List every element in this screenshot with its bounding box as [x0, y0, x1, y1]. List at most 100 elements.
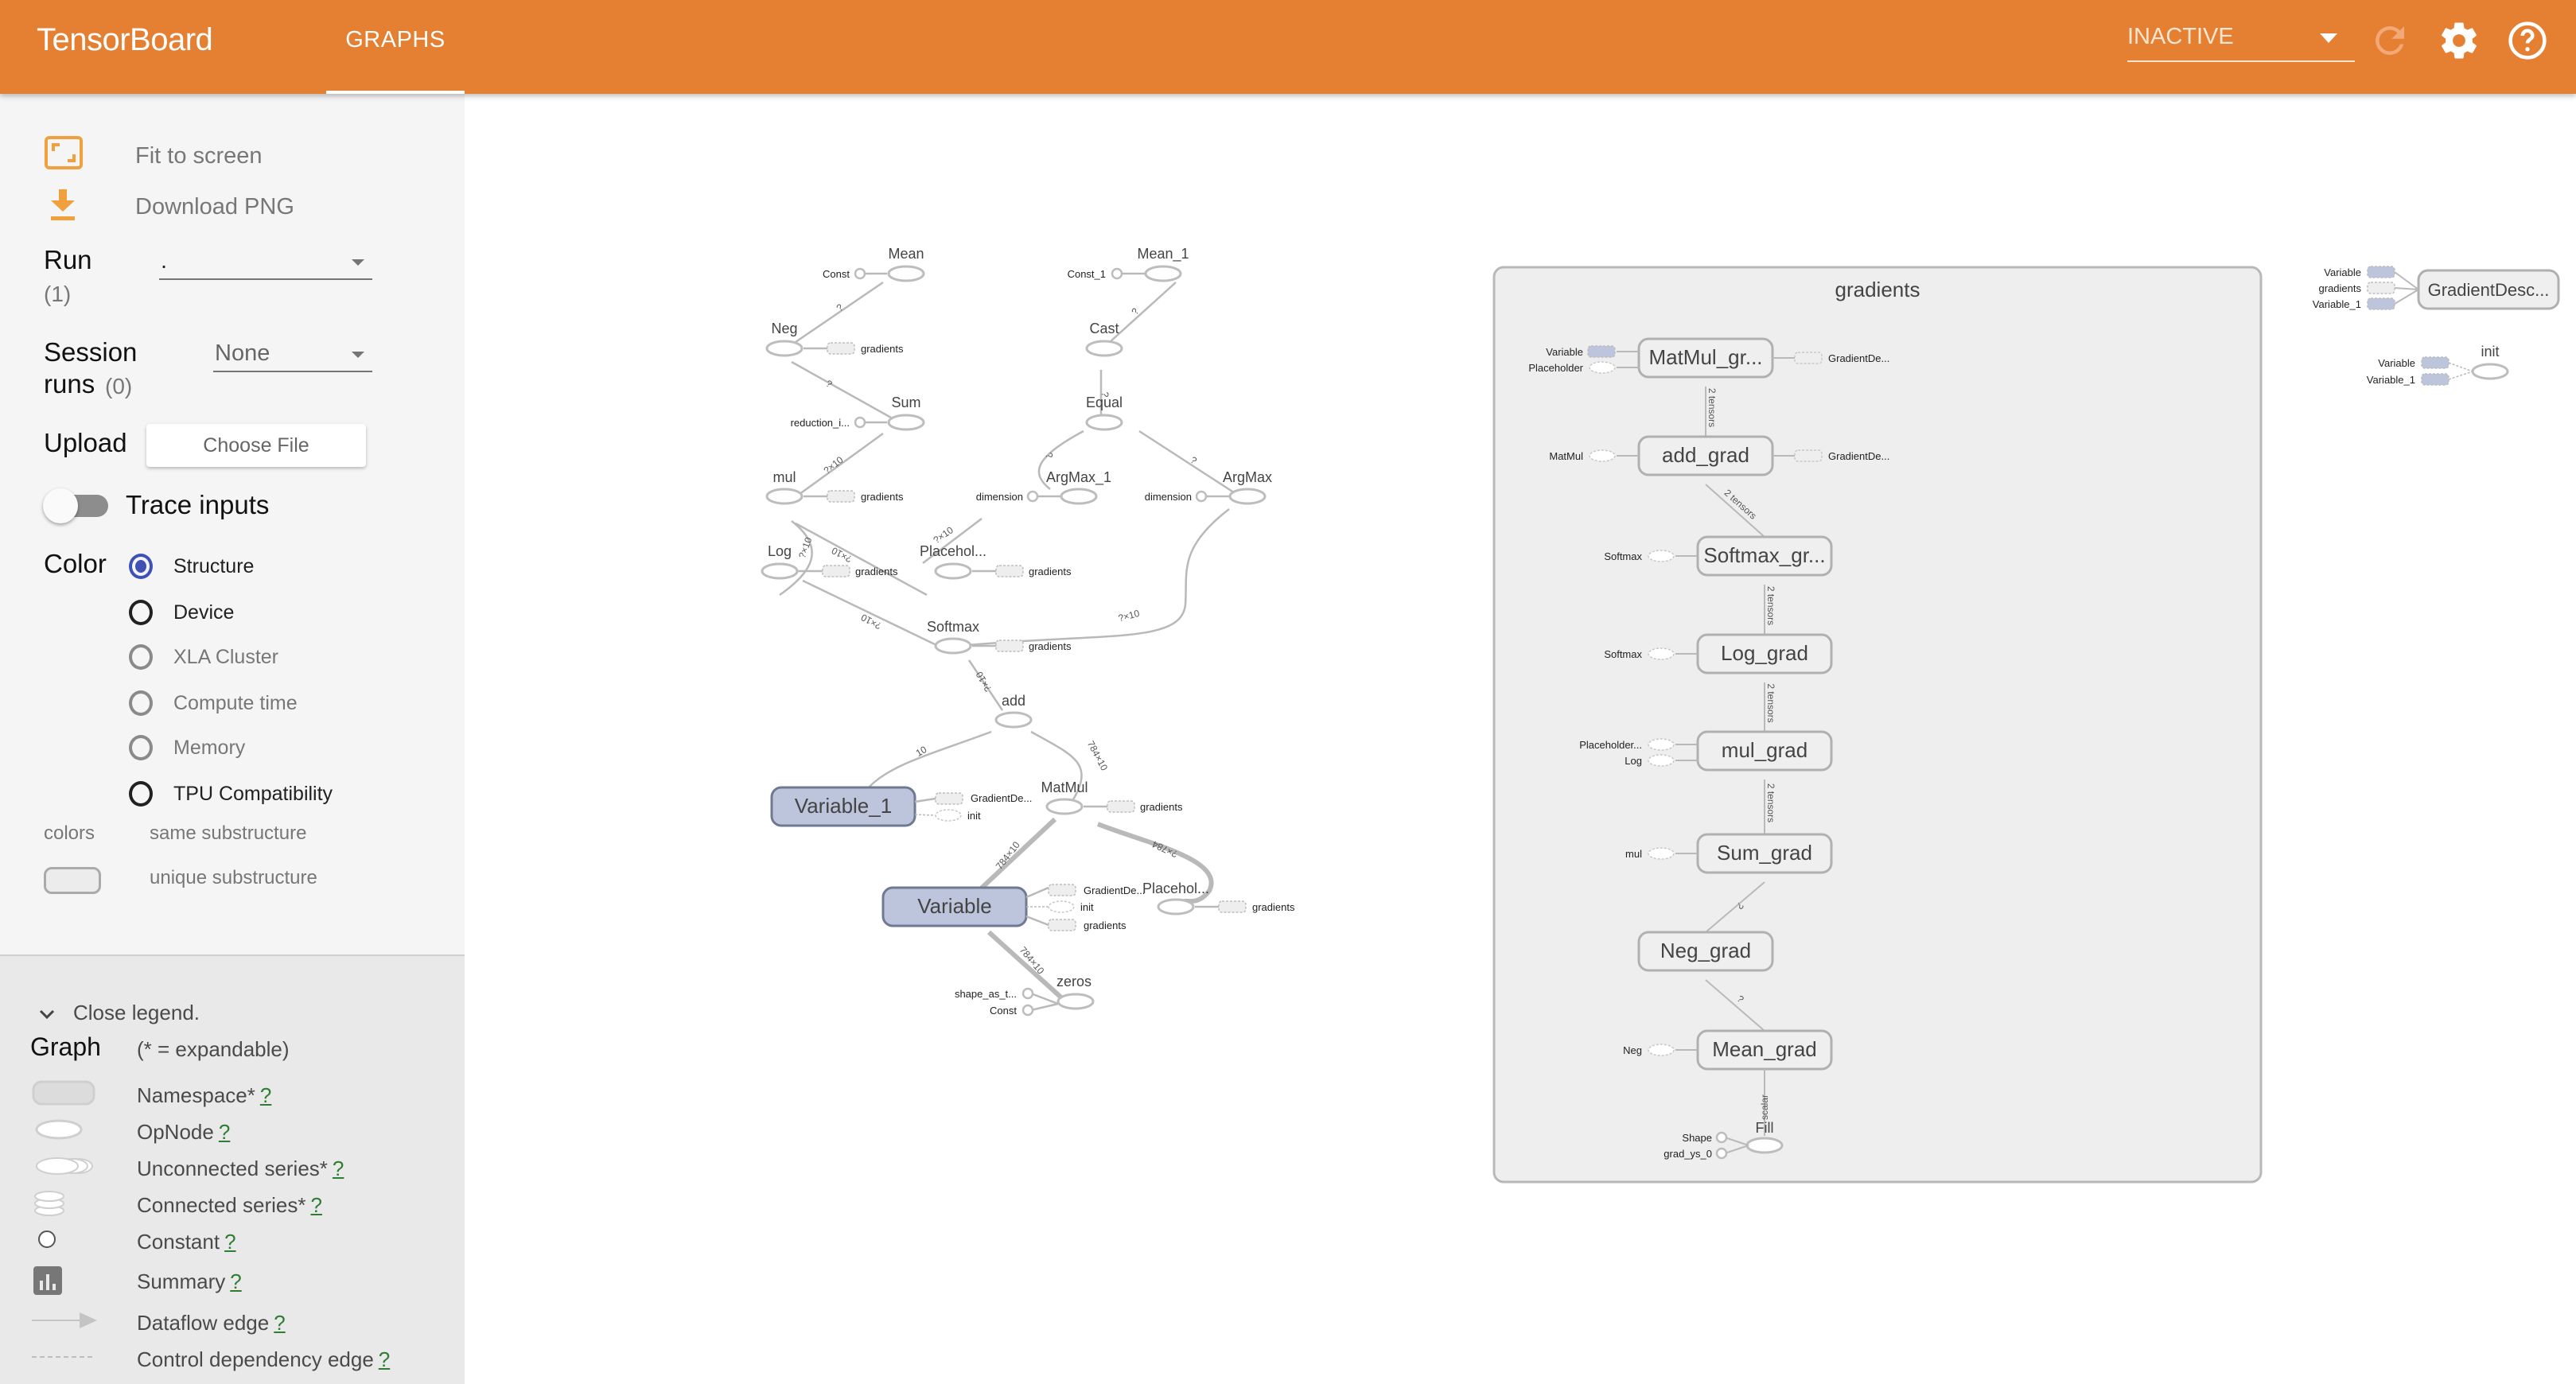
aux-node[interactable] — [2421, 373, 2450, 386]
op-node[interactable] — [1157, 898, 1195, 916]
legend-help-link[interactable]: ? — [310, 1193, 321, 1217]
aux-node[interactable] — [1587, 345, 1616, 358]
aux-label: gradients — [1140, 801, 1183, 813]
aux-node[interactable] — [1648, 1044, 1675, 1056]
constant-node[interactable] — [854, 416, 866, 429]
op-node[interactable] — [765, 488, 804, 505]
aux-node[interactable] — [827, 490, 855, 503]
aux-node[interactable] — [2367, 297, 2395, 310]
legend-item: Namespace*? — [0, 1079, 465, 1110]
aux-node[interactable] — [827, 342, 855, 355]
color-radio-compute-time[interactable] — [126, 687, 158, 719]
aux-node[interactable] — [822, 565, 850, 577]
edge-label: 2 tensors — [1706, 388, 1718, 427]
aux-node[interactable] — [1648, 754, 1675, 767]
legend-help-link[interactable]: ? — [379, 1347, 390, 1371]
run-select[interactable]: . — [159, 248, 372, 280]
aux-node[interactable] — [1589, 361, 1616, 374]
aux-node[interactable] — [2367, 266, 2395, 278]
gradients-namespace[interactable] — [1492, 266, 2263, 1184]
op-node[interactable] — [761, 562, 799, 580]
aux-node[interactable] — [1107, 800, 1135, 813]
close-legend-button[interactable]: Close legend. — [32, 999, 270, 1028]
aux-node[interactable] — [995, 640, 1024, 652]
aux-node[interactable] — [1648, 847, 1675, 860]
fit-to-screen-button[interactable]: Fit to screen — [0, 135, 465, 175]
constant-node[interactable] — [1715, 1131, 1728, 1144]
color-radio-memory[interactable] — [126, 732, 158, 764]
aux-node[interactable] — [1648, 738, 1675, 751]
legend-title: Graph — [30, 1032, 101, 1061]
constant-node[interactable] — [1195, 490, 1208, 503]
op-node[interactable] — [887, 265, 925, 282]
op-node[interactable] — [1056, 993, 1095, 1010]
color-radio-device[interactable] — [126, 597, 158, 628]
color-radio-tpu-compatibility[interactable] — [126, 778, 158, 810]
choose-file-button[interactable]: Choose File — [146, 424, 366, 467]
color-radio-structure[interactable] — [126, 550, 158, 582]
graph-edge — [2394, 271, 2419, 290]
op-node[interactable] — [887, 414, 925, 431]
aux-node[interactable] — [1589, 449, 1616, 462]
graph-svg[interactable]: ????? ??×10?×10 ?×10?×10?×10?×10?×1010 784×… — [465, 94, 2576, 1384]
run-select-value: . — [161, 248, 168, 274]
op-node[interactable] — [994, 711, 1033, 729]
op-node[interactable] — [1085, 340, 1123, 357]
reload-icon[interactable] — [2368, 19, 2411, 62]
constant-label: shape_as_t... — [955, 988, 1017, 1000]
color-radio-xla-cluster[interactable] — [126, 641, 158, 673]
help-icon[interactable] — [2506, 19, 2549, 62]
legend-help-link[interactable]: ? — [333, 1157, 344, 1180]
graph-canvas[interactable]: ?????? ?×10 ?×10 ?×10 ?×10 ?×10 ?×10 ?×10 10 784×… — [465, 94, 2576, 1384]
aux-node[interactable] — [2367, 282, 2395, 294]
op-node[interactable] — [2471, 363, 2509, 380]
op-node[interactable] — [1085, 414, 1123, 431]
aux-init-node[interactable] — [1048, 900, 1075, 913]
tab-graphs[interactable]: GRAPHS — [326, 0, 465, 94]
settings-gear-icon[interactable] — [2438, 19, 2481, 62]
legend-help-link[interactable]: ? — [230, 1269, 241, 1293]
graph-edge — [2448, 371, 2473, 380]
constant-node[interactable] — [1026, 490, 1039, 503]
color-option-label: Compute time — [173, 692, 298, 714]
op-node[interactable] — [1745, 1137, 1784, 1154]
op-node[interactable] — [765, 340, 804, 357]
constant-node[interactable] — [1021, 987, 1034, 1000]
aux-node[interactable] — [935, 792, 963, 805]
op-node[interactable] — [934, 637, 972, 655]
op-node[interactable] — [1060, 488, 1098, 505]
legend-help-link[interactable]: ? — [260, 1083, 271, 1107]
constant-node[interactable] — [1715, 1147, 1728, 1160]
aux-node[interactable] — [1648, 550, 1675, 562]
legend-help-link[interactable]: ? — [274, 1311, 285, 1335]
aux-node[interactable] — [1648, 647, 1675, 660]
edge-label: 10 — [914, 744, 929, 759]
constant-node[interactable] — [1021, 1004, 1034, 1017]
constant-node[interactable] — [1111, 267, 1123, 280]
op-node[interactable] — [934, 562, 972, 580]
connected-series-icon — [30, 1188, 97, 1224]
aux-label: gradients — [1252, 901, 1295, 913]
aux-node[interactable] — [995, 565, 1024, 577]
legend-item: Control dependency edge? — [0, 1343, 465, 1374]
node-label: Log — [768, 543, 792, 559]
legend-help-link[interactable]: ? — [219, 1120, 230, 1144]
aux-node[interactable] — [2421, 356, 2450, 369]
constant-node[interactable] — [854, 267, 866, 280]
trace-inputs-toggle[interactable] — [43, 488, 111, 523]
aux-node[interactable] — [1048, 919, 1076, 931]
session-runs-select[interactable]: None — [213, 340, 372, 372]
op-node[interactable] — [1045, 798, 1084, 815]
aux-init-node[interactable] — [935, 809, 962, 822]
op-node[interactable] — [1144, 265, 1182, 282]
legend-item: Summary? — [0, 1265, 465, 1297]
reload-status-select[interactable]: INACTIVE — [2127, 19, 2355, 62]
edge-label: scalar — [1759, 1094, 1770, 1120]
download-png-button[interactable]: Download PNG — [0, 188, 465, 227]
aux-node[interactable] — [1048, 884, 1076, 896]
trace-inputs-label: Trace inputs — [126, 490, 270, 519]
aux-node[interactable] — [1218, 900, 1247, 913]
op-node[interactable] — [1228, 488, 1267, 505]
legend-subtitle: (* = expandable) — [137, 1037, 290, 1061]
legend-help-link[interactable]: ? — [224, 1230, 235, 1254]
